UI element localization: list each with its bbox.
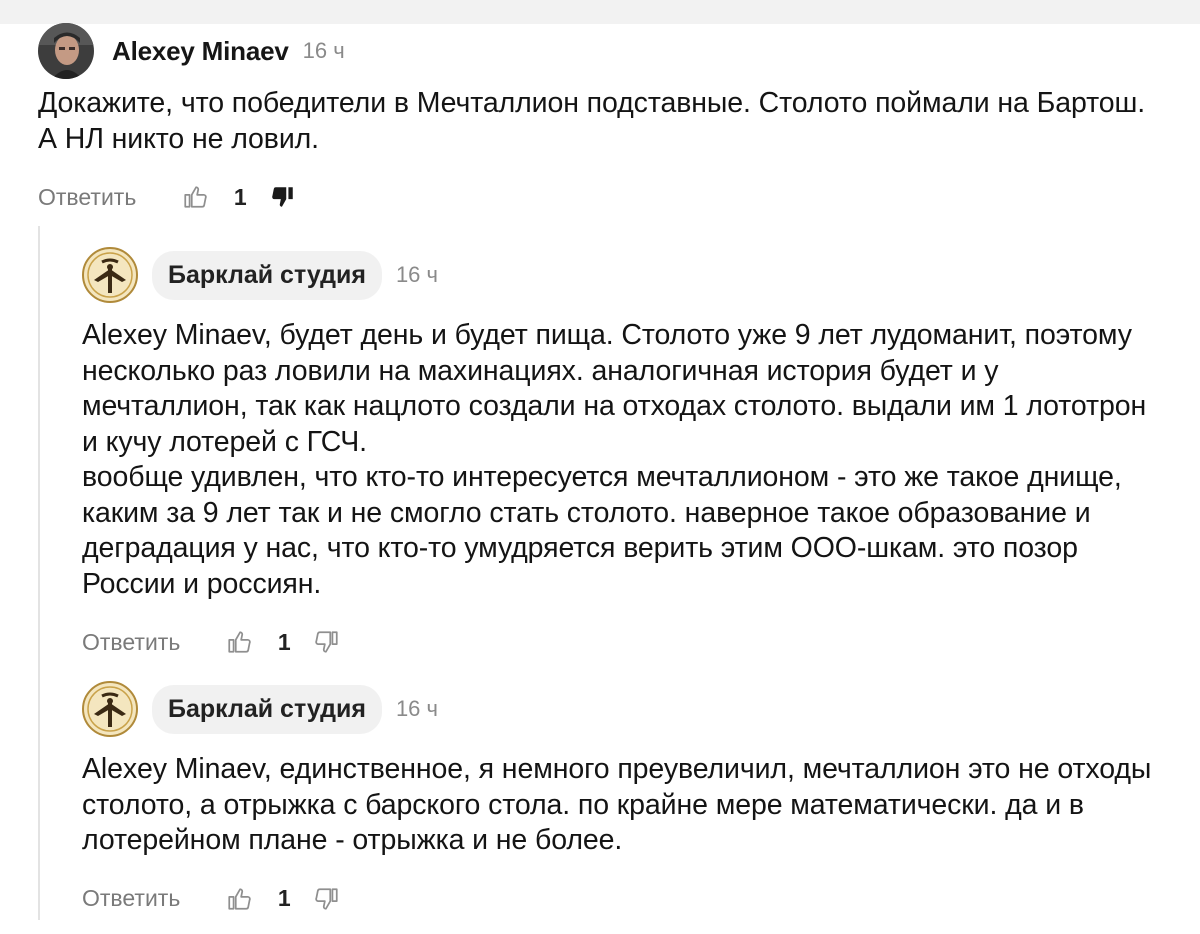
reply-header: Барклай студия 16 ч bbox=[82, 678, 1182, 740]
reply-actions: Ответить 1 bbox=[82, 622, 1182, 662]
reply-comment: Барклай студия 16 ч Alexey Minaev, будет… bbox=[82, 244, 1182, 662]
thumbs-down-icon[interactable] bbox=[314, 886, 340, 912]
comment-author[interactable]: Alexey Minaev bbox=[112, 36, 289, 67]
reply-time: 16 ч bbox=[395, 696, 438, 721]
comment-header: Alexey Minaev 16 ч bbox=[38, 20, 1178, 82]
like-count: 1 bbox=[277, 628, 291, 655]
user-photo-icon bbox=[38, 23, 94, 79]
reply-button[interactable]: Ответить bbox=[82, 629, 180, 656]
reply-actions: Ответить 1 bbox=[82, 879, 1182, 919]
reply-button[interactable]: Ответить bbox=[82, 885, 180, 912]
reply-author[interactable]: Барклай студия bbox=[152, 684, 382, 734]
reply-text: Alexey Minaev, единственное, я немного п… bbox=[82, 753, 1152, 856]
reply-text: Alexey Minaev, будет день и будет пища. … bbox=[82, 319, 1147, 600]
reply-author[interactable]: Барклай студия bbox=[152, 250, 382, 300]
barclay-logo-icon[interactable] bbox=[82, 681, 138, 737]
reply-header: Барклай студия 16 ч bbox=[82, 244, 1182, 306]
avatar[interactable] bbox=[38, 23, 94, 79]
thumbs-down-filled-icon[interactable] bbox=[270, 184, 296, 210]
thumbs-up-icon[interactable] bbox=[226, 886, 252, 912]
like-count: 1 bbox=[233, 183, 247, 210]
reply-time: 16 ч bbox=[395, 262, 438, 287]
reply-button[interactable]: Ответить bbox=[38, 184, 136, 211]
reply-comment: Барклай студия 16 ч Alexey Minaev, единс… bbox=[82, 678, 1182, 919]
comment-root: Alexey Minaev 16 ч Докажите, что победит… bbox=[38, 20, 1178, 217]
comment-text: Докажите, что победители в Мечталлион по… bbox=[38, 87, 1146, 155]
like-count: 1 bbox=[277, 885, 291, 911]
thumbs-up-icon[interactable] bbox=[226, 629, 252, 655]
thumbs-up-icon[interactable] bbox=[182, 184, 208, 210]
comment-actions: Ответить 1 bbox=[38, 177, 1178, 217]
comment-time: 16 ч bbox=[302, 38, 345, 63]
thumbs-down-icon[interactable] bbox=[314, 629, 340, 655]
barclay-logo-icon[interactable] bbox=[82, 247, 138, 303]
thread-line bbox=[38, 226, 40, 920]
